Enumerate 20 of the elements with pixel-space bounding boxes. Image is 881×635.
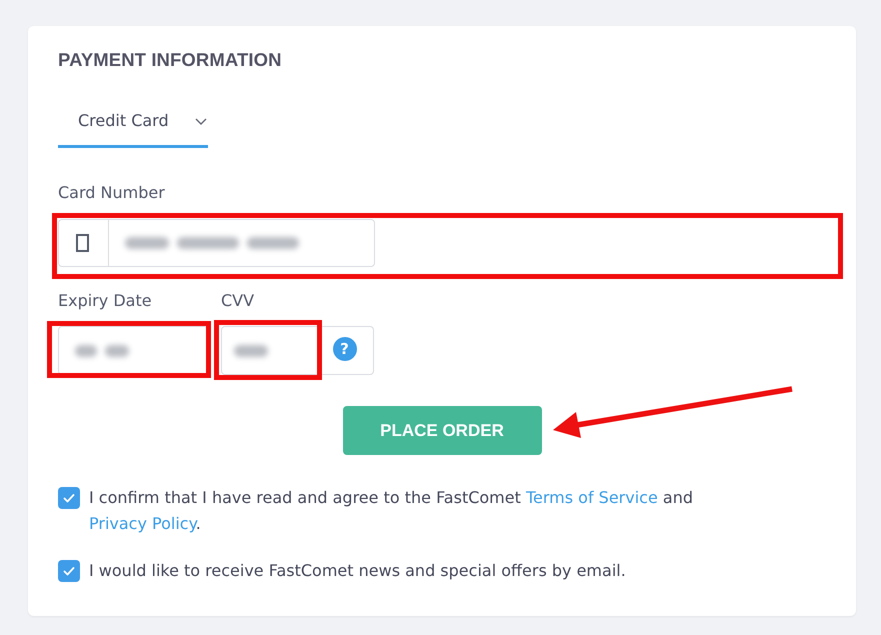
payment-method-dropdown[interactable]: Credit Card: [58, 100, 208, 148]
field-label: Expiry Date: [58, 290, 153, 312]
consent-text: I confirm that I have read and agree to the FastComet Terms of Service and Privacy Policy.: [89, 487, 694, 535]
cvv-field[interactable]: [221, 326, 318, 375]
place-order-button[interactable]: PLACE ORDER: [342, 406, 542, 455]
card-number-field[interactable]: [58, 219, 375, 267]
section-title: PAYMENT INFORMATION: [58, 48, 283, 72]
check-icon: [63, 493, 75, 503]
expiry-date-field[interactable]: [58, 326, 208, 375]
checkbox[interactable]: [58, 487, 80, 509]
chevron-down-icon: [195, 118, 207, 125]
field-label: CVV: [221, 290, 256, 312]
check-icon: [63, 566, 75, 576]
policy-link[interactable]: Terms of Service: [526, 488, 658, 507]
glyph-box-icon: [76, 234, 89, 252]
policy-link[interactable]: Privacy Policy: [89, 514, 196, 533]
consent-text: I would like to receive FastComet news and special offers by email.: [89, 560, 626, 582]
checkbox[interactable]: [58, 560, 80, 582]
help-icon[interactable]: ?: [332, 336, 356, 360]
field-label: Card Number: [58, 182, 166, 204]
